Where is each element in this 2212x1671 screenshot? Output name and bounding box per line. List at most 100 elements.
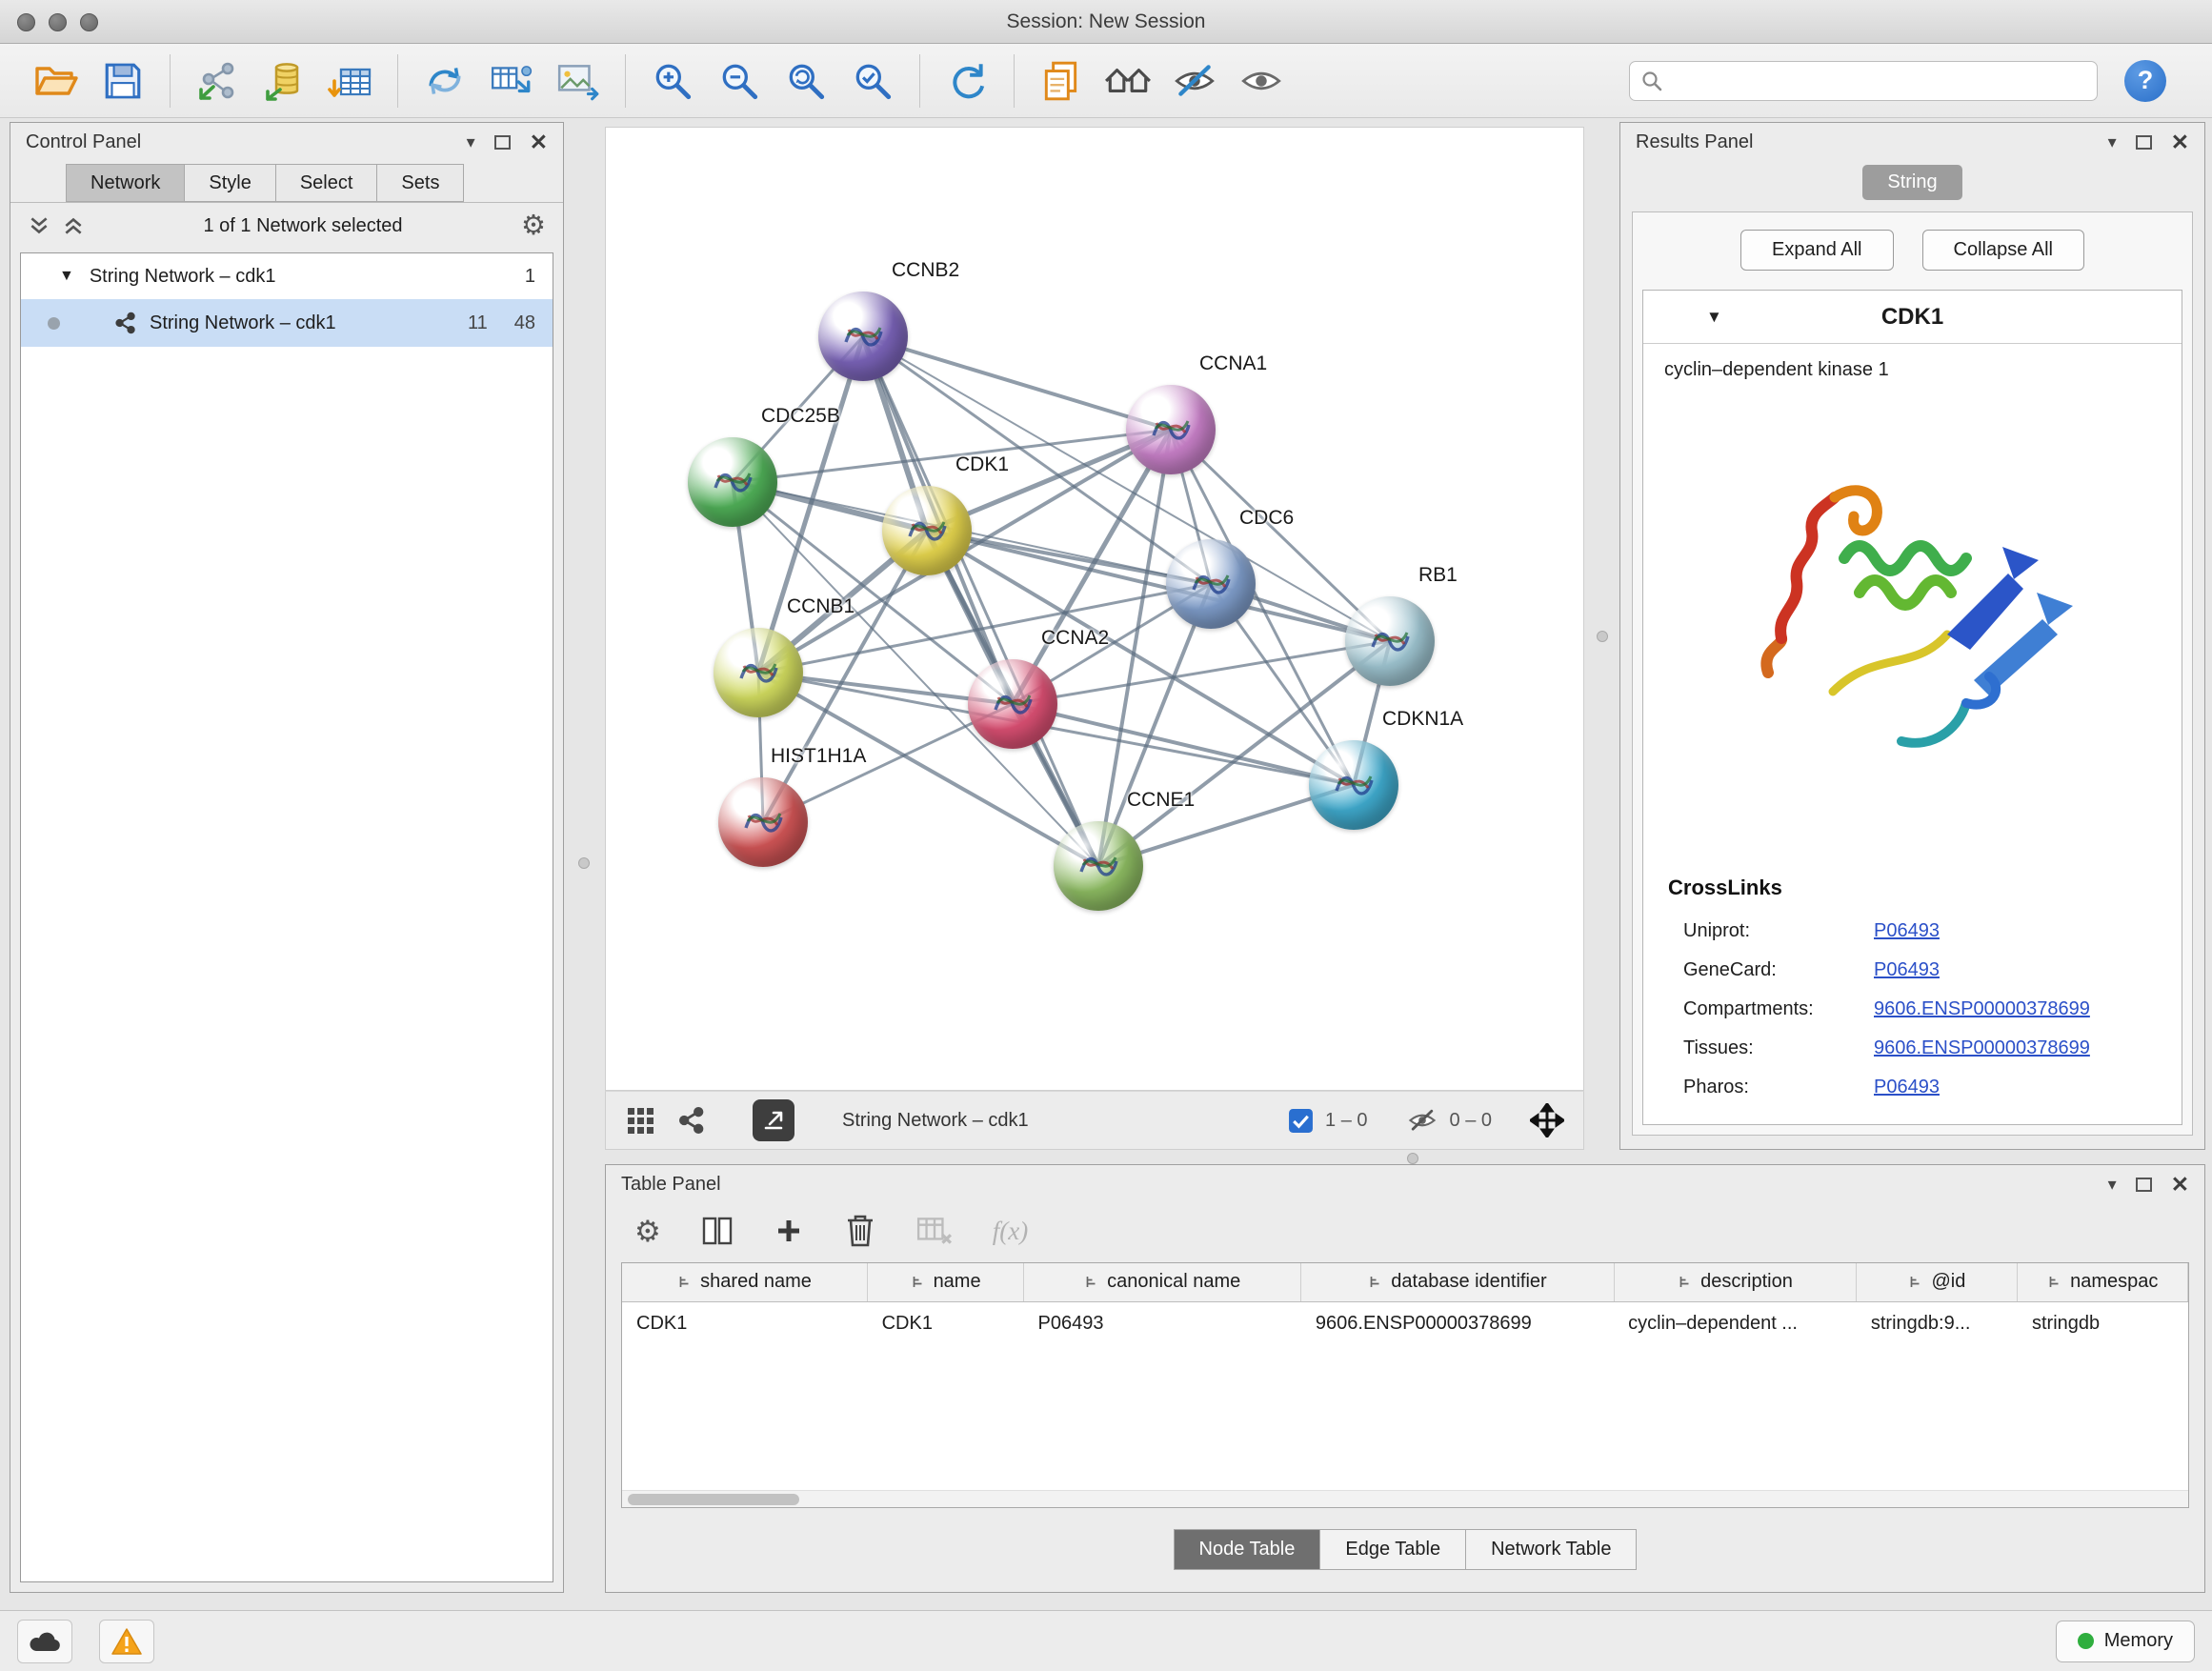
column-header-name[interactable]: name <box>868 1263 1024 1301</box>
detach-view-button[interactable] <box>753 1099 794 1141</box>
home-views-button[interactable] <box>1100 51 1156 111</box>
network-node-CCNA2[interactable] <box>968 659 1057 749</box>
birds-eye-view-icon[interactable] <box>625 1105 655 1136</box>
open-session-button[interactable] <box>29 51 84 111</box>
search-input[interactable] <box>1670 70 2085 91</box>
panel-menu-icon[interactable]: ▾ <box>2108 133 2117 151</box>
network-node-CCNE1[interactable] <box>1054 821 1143 911</box>
gene-entry-header[interactable]: ▼ CDK1 <box>1643 291 2182 344</box>
tab-select[interactable]: Select <box>275 164 377 202</box>
column-header-shared-name[interactable]: shared name <box>622 1263 868 1301</box>
network-node-CDK1[interactable] <box>882 486 972 575</box>
new-network-button[interactable] <box>417 51 473 111</box>
network-node-HIST1H1A[interactable] <box>718 777 808 867</box>
table-cell[interactable]: P06493 <box>1024 1301 1301 1345</box>
zoom-in-button[interactable] <box>645 51 700 111</box>
save-session-button[interactable] <box>95 51 151 111</box>
crosslink-value[interactable]: P06493 <box>1874 959 1940 981</box>
panel-close-icon[interactable]: ✕ <box>2171 1174 2189 1196</box>
close-window-button[interactable] <box>17 13 35 31</box>
network-node-CCNB2[interactable] <box>818 292 908 381</box>
zoom-selected-button[interactable] <box>845 51 900 111</box>
crosslink-value[interactable]: P06493 <box>1874 920 1940 942</box>
network-node-CDC25B[interactable] <box>688 437 777 527</box>
column-header-description[interactable]: description <box>1614 1263 1857 1301</box>
splitter-handle-left[interactable] <box>578 857 590 869</box>
hidden-eye-slash-icon[interactable] <box>1406 1107 1438 1134</box>
network-from-table-button[interactable] <box>484 51 539 111</box>
crosslink-value[interactable]: 9606.ENSP00000378699 <box>1874 1037 2090 1059</box>
tab-network-table[interactable]: Network Table <box>1466 1529 1637 1570</box>
delete-column-trash-icon[interactable] <box>844 1213 876 1249</box>
table-cell[interactable]: CDK1 <box>622 1301 868 1345</box>
crosslink-value[interactable]: P06493 <box>1874 1077 1940 1098</box>
zoom-out-button[interactable] <box>712 51 767 111</box>
panel-close-icon[interactable]: ✕ <box>530 131 548 153</box>
collapse-all-button[interactable]: Collapse All <box>1922 230 2085 271</box>
entry-caret-icon[interactable]: ▼ <box>1706 308 1722 327</box>
minimize-window-button[interactable] <box>49 13 67 31</box>
column-header-database-identifier[interactable]: database identifier <box>1301 1263 1614 1301</box>
table-row[interactable]: CDK1CDK1P064939606.ENSP00000378699cyclin… <box>622 1301 2188 1345</box>
show-all-button[interactable] <box>1234 51 1289 111</box>
scrollbar-thumb[interactable] <box>628 1494 799 1505</box>
table-horizontal-scrollbar[interactable] <box>622 1490 2188 1507</box>
panel-menu-icon[interactable]: ▾ <box>467 133 475 151</box>
show-columns-icon[interactable] <box>701 1215 734 1247</box>
column-header--id[interactable]: @id <box>1857 1263 2018 1301</box>
import-database-button[interactable] <box>256 51 312 111</box>
help-button[interactable]: ? <box>2124 60 2166 102</box>
tab-string[interactable]: String <box>1862 165 1961 200</box>
table-settings-gear-icon[interactable]: ⚙ <box>634 1217 661 1246</box>
annotation-copy-button[interactable] <box>1034 51 1089 111</box>
expand-all-icon[interactable] <box>62 215 85 236</box>
zoom-fit-button[interactable] <box>778 51 834 111</box>
table-cell[interactable]: cyclin–dependent ... <box>1614 1301 1857 1345</box>
table-cell[interactable]: stringdb:9... <box>1857 1301 2018 1345</box>
tab-style[interactable]: Style <box>184 164 274 202</box>
refresh-button[interactable] <box>939 51 995 111</box>
network-canvas[interactable]: CCNB2CCNA1CDC25BCDK1CDC6RB1CCNB1CCNA2CDK… <box>605 127 1584 1091</box>
pan-move-icon[interactable] <box>1530 1103 1564 1137</box>
network-options-gear-icon[interactable]: ⚙ <box>521 212 546 240</box>
tab-edge-table[interactable]: Edge Table <box>1320 1529 1466 1570</box>
splitter-handle-right[interactable] <box>1597 631 1608 642</box>
add-column-icon[interactable] <box>774 1216 804 1246</box>
import-network-button[interactable] <box>190 51 245 111</box>
maximize-window-button[interactable] <box>80 13 98 31</box>
tab-sets[interactable]: Sets <box>376 164 464 202</box>
selected-checkbox-icon[interactable] <box>1288 1108 1314 1134</box>
import-table-button[interactable] <box>323 51 378 111</box>
table-cell[interactable]: stringdb <box>2018 1301 2188 1345</box>
table-cell[interactable]: CDK1 <box>868 1301 1024 1345</box>
network-node-RB1[interactable] <box>1345 596 1435 686</box>
column-header-namespac[interactable]: namespac <box>2018 1263 2188 1301</box>
expand-all-button[interactable]: Expand All <box>1740 230 1894 271</box>
network-node-CDC6[interactable] <box>1166 539 1256 629</box>
tab-node-table[interactable]: Node Table <box>1174 1529 1321 1570</box>
panel-close-icon[interactable]: ✕ <box>2171 131 2189 153</box>
table-cell[interactable]: 9606.ENSP00000378699 <box>1301 1301 1614 1345</box>
network-node-CCNB1[interactable] <box>714 628 803 717</box>
crosslink-value[interactable]: 9606.ENSP00000378699 <box>1874 998 2090 1020</box>
panel-float-icon[interactable] <box>494 135 511 150</box>
memory-button[interactable]: Memory <box>2056 1621 2195 1662</box>
warnings-button[interactable] <box>99 1620 154 1663</box>
panel-float-icon[interactable] <box>2136 135 2152 150</box>
network-node-CDKN1A[interactable] <box>1309 740 1398 830</box>
network-row-selected[interactable]: String Network – cdk1 11 48 <box>21 299 553 347</box>
splitter-handle-horizontal[interactable] <box>1407 1153 1418 1164</box>
export-image-button[interactable] <box>551 51 606 111</box>
collapse-all-icon[interactable] <box>28 215 50 236</box>
tab-network[interactable]: Network <box>66 164 184 202</box>
column-header-canonical-name[interactable]: canonical name <box>1024 1263 1301 1301</box>
tree-caret-icon[interactable]: ▼ <box>59 268 74 285</box>
cloud-status-button[interactable] <box>17 1620 72 1663</box>
panel-menu-icon[interactable]: ▾ <box>2108 1176 2117 1193</box>
hide-selected-button[interactable] <box>1167 51 1222 111</box>
network-node-CCNA1[interactable] <box>1126 385 1216 474</box>
network-overview-icon[interactable] <box>676 1106 705 1135</box>
search-box[interactable] <box>1629 61 2098 101</box>
panel-float-icon[interactable] <box>2136 1178 2152 1192</box>
network-collection-row[interactable]: ▼ String Network – cdk1 1 <box>21 253 553 299</box>
